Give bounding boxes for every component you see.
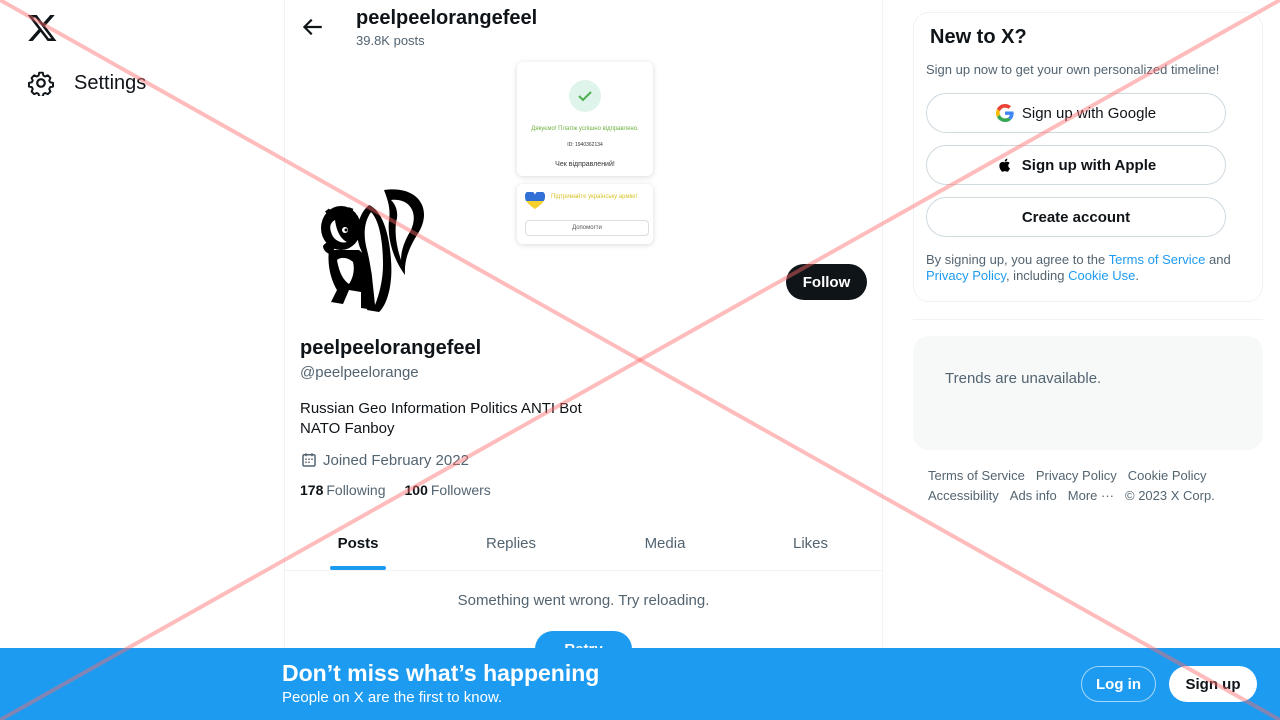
bottom-bar-subtitle: People on X are the first to know. [282,689,503,706]
apple-icon [999,158,1010,172]
legal-and: and [1205,252,1231,267]
feed-error-message: Something went wrong. Try reloading. [457,592,710,609]
joined-text: Joined February 2022 [323,451,469,469]
cookie-link[interactable]: Cookie Use [1068,268,1135,283]
right-divider [913,319,1263,320]
legal-end: . [1135,268,1139,283]
profile-bio: Russian Geo Information Politics ANTI Bo… [300,400,582,437]
login-button[interactable]: Log in [1081,666,1156,702]
payment-id-text: ID: 1940362134 [567,142,603,148]
profile-column: peelpeelorangefeel 39.8K posts Дякуємо! … [284,0,883,720]
footer-link-ads[interactable]: Ads info [1010,486,1057,506]
bottom-bar-title: Don’t miss what’s happening [282,660,600,686]
footer-link-privacy[interactable]: Privacy Policy [1036,466,1117,486]
nav-settings[interactable]: Settings [28,66,146,100]
google-signup-button[interactable]: Sign up with Google [926,93,1226,133]
profile-handle: @peelpeelorange [300,364,419,381]
profile-name: peelpeelorangefeel [300,337,482,359]
receipt-sent-text: Чек відправлений! [555,161,615,168]
tab-likes[interactable]: Likes [739,520,882,570]
bottom-signup-bar: Don’t miss what’s happening People on X … [0,648,1280,720]
signup-legal: By signing up, you agree to the Terms of… [926,252,1251,284]
following-count: 178 [300,482,324,498]
signup-button[interactable]: Sign up [1169,666,1257,702]
copyright: © 2023 X Corp. [1125,488,1215,503]
support-army-text: Підтримайте українську армію! [551,194,638,200]
terms-link[interactable]: Terms of Service [1109,252,1206,267]
checkmark-icon [569,80,601,112]
calendar-icon [302,453,316,467]
apple-signup-label: Sign up with Apple [1021,156,1157,174]
legal-including: , including [1005,268,1069,283]
ukraine-heart-icon [525,192,545,210]
profile-banner[interactable]: Дякуємо! Платіж успішно відправлено. ID:… [515,60,659,250]
footer-link-terms[interactable]: Terms of Service [928,466,1025,486]
following-link[interactable]: 178 Following [300,482,386,498]
trends-panel: Trends are unavailable. [913,336,1263,450]
follow-stats: 178 Following 100 Followers [300,482,491,498]
google-signup-label: Sign up with Google [1021,104,1157,122]
signup-subtitle: Sign up now to get your own personalized… [926,62,1220,77]
back-arrow-icon[interactable] [299,14,325,40]
joined-date: Joined February 2022 [300,451,469,469]
tab-replies[interactable]: Replies [431,520,591,570]
trends-message: Trends are unavailable. [945,370,1102,387]
signup-card: New to X? Sign up now to get your own pe… [913,12,1263,302]
payment-success-text: Дякуємо! Платіж успішно відправлено. [531,126,639,132]
footer-link-more[interactable]: More ··· [1068,486,1114,506]
footer-link-accessibility[interactable]: Accessibility [928,486,999,506]
x-logo-icon[interactable] [26,12,58,44]
followers-link[interactable]: 100 Followers [405,482,491,498]
follow-button[interactable]: Follow [786,264,867,300]
header-name: peelpeelorangefeel [356,7,538,29]
followers-label: Followers [430,482,491,498]
following-label: Following [326,482,386,498]
help-button: Допомогти [525,220,649,236]
footer-links: Terms of Service Privacy Policy Cookie Pol… [928,466,1258,506]
legal-prefix: By signing up, you agree to the [926,252,1109,267]
google-icon [995,104,1014,122]
signup-title: New to X? [930,26,1027,48]
support-card: Підтримайте українську армію! Допомогти [517,184,653,244]
privacy-link[interactable]: Privacy Policy [926,268,1006,283]
settings-label: Settings [74,71,147,94]
tab-posts[interactable]: Posts [285,520,431,570]
profile-tabs: Posts Replies Media Likes [285,520,882,571]
tab-media[interactable]: Media [591,520,739,570]
header-post-count: 39.8K posts [356,33,425,48]
skunk-avatar[interactable] [309,180,429,320]
payment-card: Дякуємо! Платіж успішно відправлено. ID:… [517,62,653,176]
followers-count: 100 [404,482,428,498]
footer-link-cookie[interactable]: Cookie Policy [1128,466,1207,486]
apple-signup-button[interactable]: Sign up with Apple [926,145,1226,185]
gear-icon [28,71,54,96]
create-account-button[interactable]: Create account [926,197,1226,237]
